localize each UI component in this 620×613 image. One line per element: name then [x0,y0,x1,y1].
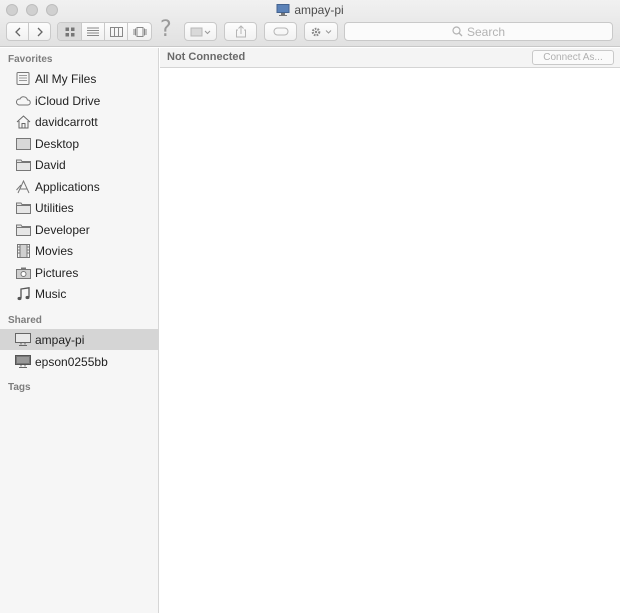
sidebar-item-icloud-drive[interactable]: iCloud Drive [0,90,159,111]
sidebar-item-label: Movies [35,244,74,258]
chevron-left-icon [14,27,20,36]
connection-status: Not Connected [167,51,246,63]
sidebar-item-label: Developer [35,223,90,237]
tags-button[interactable] [264,22,297,41]
applications-icon [15,179,31,194]
sidebar-item-david[interactable]: David [0,154,159,175]
desktop-icon [15,136,31,151]
folder-icon [15,200,31,215]
chevron-right-icon [37,27,43,36]
all-files-icon [15,71,31,86]
sidebar-item-label: David [35,158,66,172]
back-button[interactable] [7,23,29,40]
tags-header: Tags [8,382,31,393]
arrange-icon [190,27,210,36]
view-mode-control [57,22,152,41]
folder-icon [15,157,31,172]
help-icon[interactable]: ? [160,18,174,42]
folder-icon [15,222,31,237]
coverflow-view-button[interactable] [128,23,151,40]
share-button[interactable] [224,22,257,41]
sidebar-item-utilities[interactable]: Utilities [0,197,159,218]
icon-view-button[interactable] [58,23,82,40]
camera-icon [15,265,31,280]
coverflow-icon [133,26,146,37]
gear-icon [311,27,332,36]
connection-bar: Not Connected Connect As... [160,48,620,68]
sidebar-item-epson0255bb[interactable]: epson0255bb [0,351,159,372]
favorites-header: Favorites [8,54,53,65]
window-title: ampay-pi [0,2,620,20]
sidebar-item-desktop[interactable]: Desktop [0,133,159,154]
sidebar-item-all-my-files[interactable]: All My Files [0,68,159,89]
home-icon [15,114,31,129]
movies-icon [15,243,31,258]
sidebar-item-pictures[interactable]: Pictures [0,262,159,283]
sidebar-item-label: Pictures [35,266,79,280]
music-icon [15,286,31,301]
search-field[interactable]: Search [344,22,613,41]
sidebar-item-label: iCloud Drive [35,94,101,108]
list-icon [87,27,99,36]
cloud-icon [15,93,31,108]
sidebar-item-davidcarrott[interactable]: davidcarrott [0,111,159,132]
window-title-text: ampay-pi [294,3,344,17]
sidebar-item-developer[interactable]: Developer [0,219,159,240]
sidebar-item-label: davidcarrott [35,115,98,129]
sidebar-item-label: epson0255bb [35,355,108,369]
sidebar-item-applications[interactable]: Applications [0,176,159,197]
sidebar-item-movies[interactable]: Movies [0,240,159,261]
sidebar: Favorites All My Files iCloud Drive davi… [0,48,159,613]
toolbar: ampay-pi ? Search [0,0,620,47]
action-button[interactable] [304,22,338,41]
file-browser-area[interactable] [160,69,620,613]
nav-buttons [6,22,51,41]
tag-icon [273,27,288,36]
sidebar-item-label: Music [35,287,67,301]
sidebar-item-label: All My Files [35,72,97,86]
finder-window: ampay-pi ? Search Favorites All My Files… [0,0,620,613]
forward-button[interactable] [29,23,50,40]
computer-icon [15,354,31,369]
share-icon [235,25,246,38]
arrange-button[interactable] [184,22,217,41]
search-placeholder: Search [466,24,506,39]
sidebar-item-label: Applications [35,180,100,194]
sidebar-item-ampay-pi[interactable]: ampay-pi [0,329,159,350]
list-view-button[interactable] [82,23,105,40]
shared-header: Shared [8,315,42,326]
column-view-button[interactable] [105,23,128,40]
search-icon [452,26,463,37]
sidebar-item-label: Utilities [35,201,74,215]
connect-as-button[interactable]: Connect As... [532,50,614,65]
sidebar-item-label: ampay-pi [35,333,85,347]
computer-icon [276,4,290,16]
sidebar-item-music[interactable]: Music [0,283,159,304]
grid-icon [65,27,74,36]
computer-icon [15,332,31,347]
columns-icon [109,26,123,37]
sidebar-item-label: Desktop [35,137,80,151]
